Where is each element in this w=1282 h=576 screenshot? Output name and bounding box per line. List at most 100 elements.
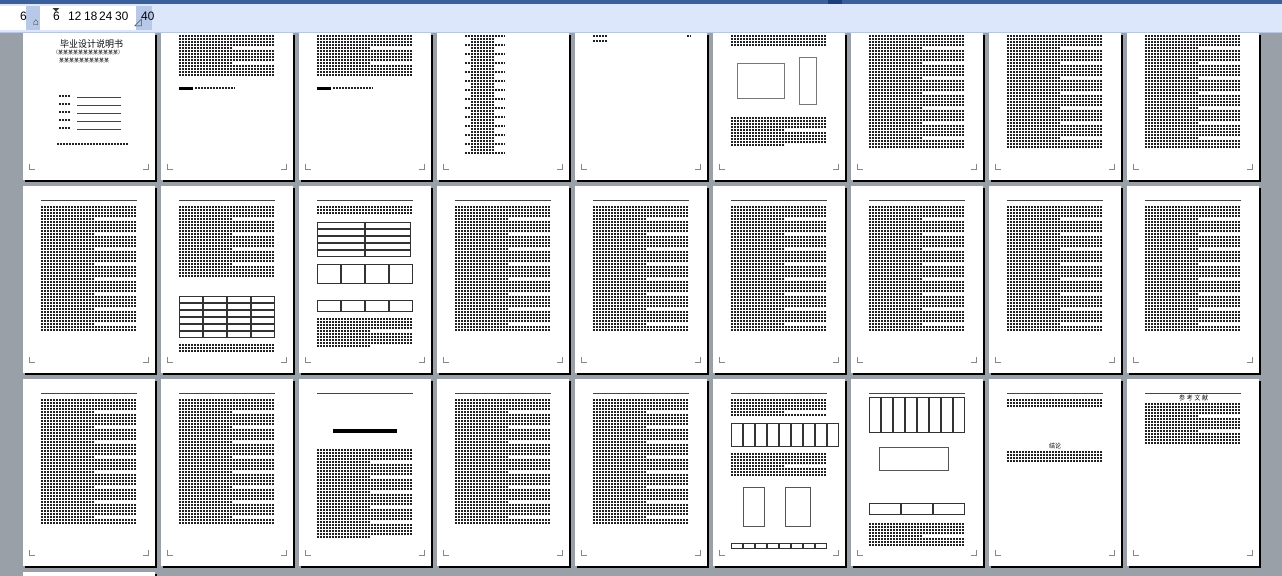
text-line — [455, 501, 508, 503]
text-line — [1007, 317, 1103, 319]
page-corner-mark — [557, 550, 563, 556]
page-thumbnail[interactable] — [161, 379, 293, 566]
page-thumbnail[interactable] — [851, 33, 983, 180]
text-line — [731, 317, 827, 319]
text-line — [455, 290, 551, 292]
page-thumbnail[interactable] — [161, 186, 293, 373]
table-cell — [779, 543, 791, 549]
page-thumbnail[interactable] — [437, 186, 569, 373]
text-line — [869, 35, 965, 37]
text-line — [455, 471, 508, 473]
page-corner-mark — [419, 357, 425, 363]
text-line — [317, 342, 413, 344]
text-line — [179, 477, 275, 479]
text-line — [593, 468, 689, 470]
page-thumbnail[interactable] — [299, 379, 431, 566]
text-line — [41, 504, 137, 506]
horizontal-ruler[interactable]: 6 ⌂ ⏷ 6 12 18 24 30 ◿ 40 — [0, 4, 1282, 33]
text-line — [869, 83, 965, 85]
text-line — [455, 453, 551, 455]
text-line — [1145, 80, 1241, 82]
heading-bar — [179, 87, 193, 90]
text-line — [731, 242, 827, 244]
table-cell — [179, 317, 203, 324]
page-thumbnail[interactable] — [1127, 186, 1259, 373]
text-line — [593, 40, 607, 42]
text-line — [593, 230, 689, 232]
heading-bar — [317, 87, 331, 90]
text-line — [869, 284, 965, 286]
text-line — [41, 507, 137, 509]
text-line — [869, 89, 965, 91]
table-cell — [731, 543, 743, 549]
text-line — [593, 311, 689, 313]
table-cell — [341, 264, 365, 284]
text-line — [731, 456, 827, 458]
page-thumbnail[interactable] — [989, 186, 1121, 373]
page-thumbnail[interactable] — [437, 379, 569, 566]
text-line — [41, 420, 137, 422]
text-line — [455, 522, 551, 524]
page-thumbnail[interactable]: 结论 — [989, 379, 1121, 566]
text-line — [1145, 41, 1241, 43]
text-line — [869, 116, 965, 118]
text-line — [869, 257, 965, 259]
text-line — [179, 417, 275, 419]
text-line — [1007, 50, 1103, 52]
page-thumbnail[interactable] — [299, 186, 431, 373]
table-cell — [815, 543, 827, 549]
page-thumbnail[interactable] — [23, 379, 155, 566]
page-thumbnail[interactable] — [989, 33, 1121, 180]
text-line — [1145, 68, 1241, 70]
page-thumbnail[interactable] — [23, 186, 155, 373]
table-cell — [869, 503, 901, 515]
text-line — [455, 317, 551, 319]
page-thumbnail[interactable] — [851, 379, 983, 566]
text-line — [455, 209, 551, 211]
table-cell — [917, 397, 929, 433]
text-line — [731, 144, 784, 146]
page-thumbnail[interactable]: 参 考 文 献 — [1127, 379, 1259, 566]
text-line — [317, 212, 413, 214]
text-line — [593, 236, 689, 238]
text-line — [1145, 104, 1241, 106]
toc-line — [471, 83, 495, 85]
text-line — [1145, 236, 1241, 238]
text-line — [455, 510, 551, 512]
text-line — [869, 329, 965, 331]
text-line — [1145, 50, 1241, 52]
text-line — [41, 293, 94, 295]
toc-line — [471, 68, 495, 70]
text-line — [869, 41, 965, 43]
page-thumbnail[interactable] — [713, 33, 845, 180]
text-line — [869, 532, 965, 534]
text-line — [41, 290, 137, 292]
text-line — [455, 320, 551, 322]
page-thumbnail[interactable] — [575, 186, 707, 373]
table-cell — [203, 324, 227, 331]
page-thumbnail[interactable] — [161, 33, 293, 180]
page-corner-mark — [695, 550, 701, 556]
text-line — [869, 251, 965, 253]
page-thumbnail[interactable] — [299, 33, 431, 180]
page-corner-mark — [143, 357, 149, 363]
page-thumbnail[interactable] — [437, 33, 569, 180]
text-line — [731, 257, 827, 259]
text-line — [593, 290, 689, 292]
text-line — [1145, 218, 1198, 220]
page-thumbnail[interactable] — [713, 186, 845, 373]
page-thumbnail[interactable] — [575, 33, 707, 180]
text-line — [869, 146, 965, 148]
page-thumbnail[interactable] — [1127, 33, 1259, 180]
indent-marker-left-icon[interactable]: ⌂ — [33, 18, 39, 28]
text-line — [869, 92, 922, 94]
table-cell — [317, 243, 365, 250]
cover-field-line — [77, 129, 121, 130]
page-thumbnail[interactable] — [713, 379, 845, 566]
text-line — [593, 233, 646, 235]
page-thumbnail[interactable] — [575, 379, 707, 566]
page-thumbnail[interactable]: 毕业设计说明书 （某某某某某某某某某某某某） 某某某某某某某某某某 — [23, 33, 155, 180]
page-thumbnail[interactable] — [851, 186, 983, 373]
text-line — [317, 71, 413, 73]
text-line — [455, 447, 551, 449]
